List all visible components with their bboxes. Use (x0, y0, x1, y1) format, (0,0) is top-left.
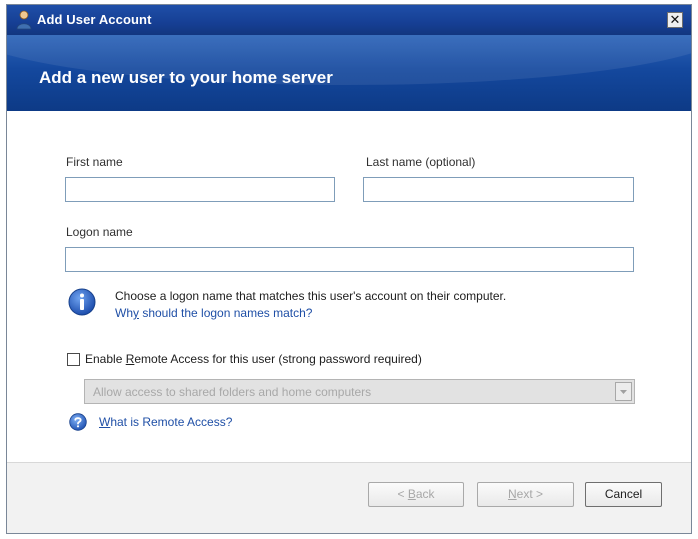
dropdown-button[interactable] (615, 382, 632, 401)
enable-remote-access-label[interactable]: Enable Remote Access for this user (stro… (85, 352, 422, 366)
chevron-down-icon (620, 390, 627, 394)
enable-remote-access-checkbox[interactable] (67, 353, 80, 366)
button-accelerator: N (507, 487, 517, 501)
remote-access-level-value: Allow access to shared folders and home … (93, 385, 372, 399)
footer-divider (7, 462, 691, 463)
info-icon (68, 288, 96, 316)
label-text-part: Enable (85, 352, 126, 366)
link-text-part: Wh (115, 306, 133, 320)
close-button[interactable]: ✕ (667, 12, 683, 28)
last-name-label: Last name (optional) (366, 155, 476, 169)
button-accelerator: B (407, 487, 416, 501)
link-text-part: should the logon names match? (139, 306, 313, 320)
button-text-part: < (397, 487, 408, 501)
user-icon (16, 10, 32, 30)
next-button[interactable]: Next > (477, 482, 574, 507)
back-button[interactable]: < Back (368, 482, 464, 507)
last-name-field[interactable] (363, 177, 634, 202)
first-name-label: First name (66, 155, 123, 169)
what-is-remote-access-link[interactable]: What is Remote Access? (99, 415, 232, 429)
logon-name-hint: Choose a logon name that matches this us… (115, 289, 507, 303)
cancel-button[interactable]: Cancel (585, 482, 662, 507)
link-text-part: hat is Remote Access? (110, 415, 233, 429)
form-area: First name Last name (optional) Logon na… (7, 111, 691, 462)
logon-name-label: Logon name (66, 225, 133, 239)
logon-name-field[interactable] (65, 247, 634, 272)
button-text-part: ext > (516, 487, 544, 501)
header-banner: Add a new user to your home server (7, 35, 691, 111)
title-bar[interactable]: Add User Account ✕ (7, 5, 691, 35)
close-icon: ✕ (669, 12, 681, 27)
label-text-part: emote Access for this user (strong passw… (134, 352, 422, 366)
add-user-account-dialog: Add User Account ✕ Add a new user to you… (6, 4, 692, 534)
first-name-field[interactable] (65, 177, 335, 202)
link-accelerator: W (99, 415, 111, 429)
window-title: Add User Account (37, 12, 152, 27)
remote-access-level-select[interactable]: Allow access to shared folders and home … (84, 379, 635, 404)
question-icon (69, 413, 87, 431)
why-logon-names-match-link[interactable]: Why should the logon names match? (115, 306, 312, 320)
button-text-part: ack (415, 487, 435, 501)
page-title: Add a new user to your home server (39, 68, 333, 87)
